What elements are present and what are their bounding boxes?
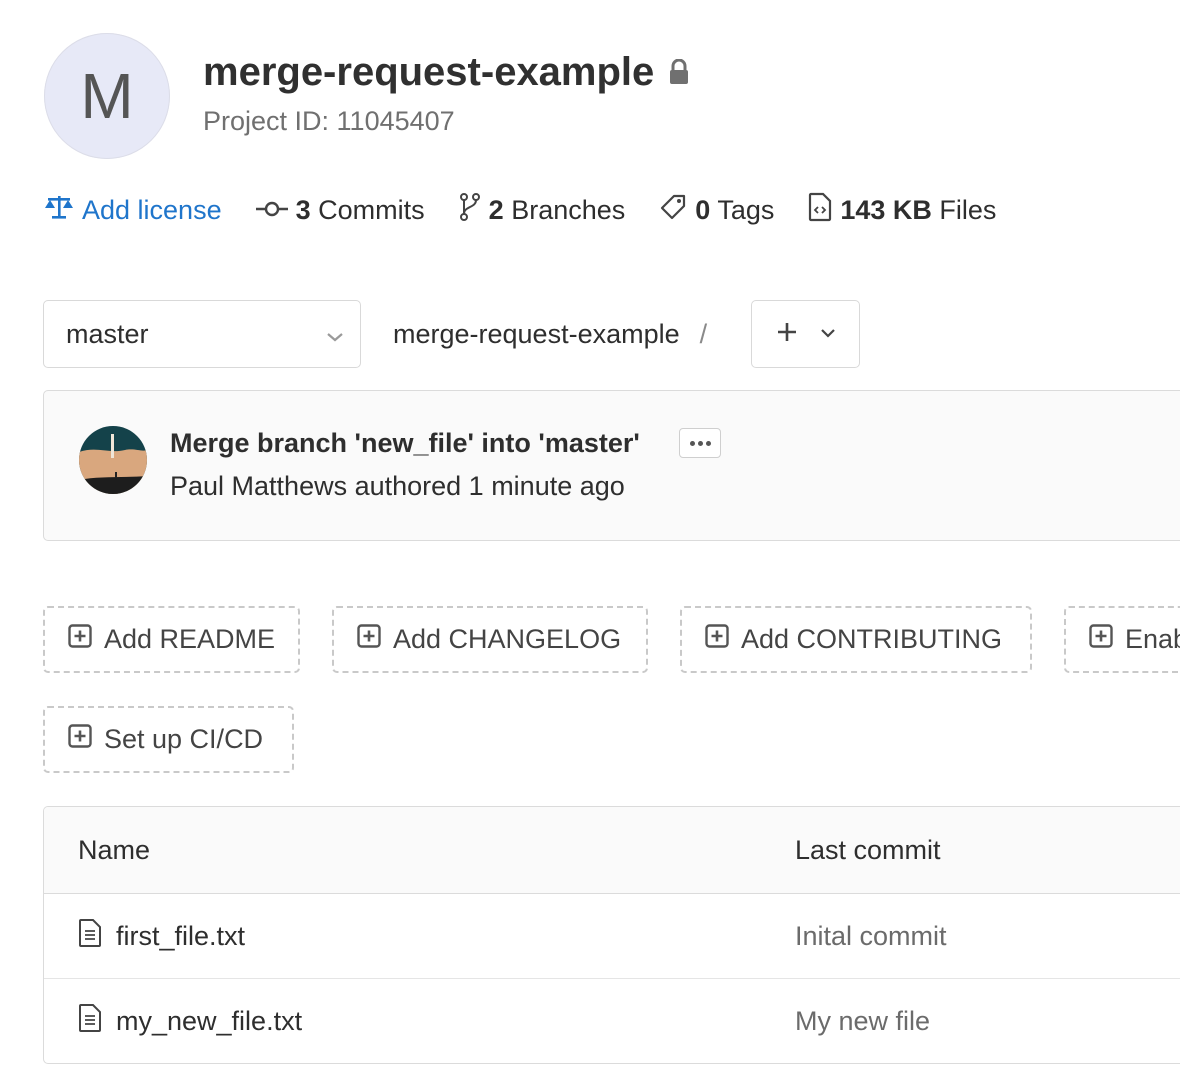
commits-link[interactable]: 3 Commits (255, 194, 425, 226)
last-commit-panel (43, 390, 1180, 541)
tags-count: 0 (695, 194, 711, 225)
file-icon (808, 192, 832, 229)
ellipsis-dot (689, 440, 695, 446)
document-icon (78, 1003, 102, 1040)
branches-count: 2 (488, 194, 504, 225)
file-name: my_new_file.txt (116, 1005, 303, 1036)
breadcrumb-root[interactable]: merge-request-example (393, 319, 680, 350)
table-row[interactable]: my_new_file.txt My new file (44, 979, 1180, 1063)
commits-count: 3 (295, 194, 311, 225)
column-header-last-commit: Last commit (795, 834, 941, 865)
commit-title[interactable]: Merge branch 'new_file' into 'master' (170, 428, 640, 459)
tags-label: Tags (717, 194, 775, 225)
files-label: Files (939, 194, 997, 225)
add-readme-button[interactable]: Add README (43, 606, 300, 673)
add-contributing-label: Add CONTRIBUTING (741, 624, 1003, 654)
project-title: merge-request-example (203, 50, 690, 95)
file-last-commit[interactable]: My new file (795, 979, 930, 1063)
branches-link[interactable]: 2 Branches (459, 192, 626, 229)
add-license-link[interactable]: Add license (44, 194, 222, 227)
file-link[interactable]: my_new_file.txt (78, 1003, 302, 1040)
table-header: Name Last commit (44, 807, 1180, 894)
plus-square-icon (357, 624, 381, 655)
branch-name: master (66, 318, 149, 349)
setup-ci-cd-label: Set up CI/CD (104, 724, 264, 754)
project-avatar: M (44, 33, 170, 159)
setup-ci-cd-button[interactable]: Set up CI/CD (43, 706, 294, 773)
chevron-down-icon (326, 319, 344, 350)
breadcrumb-separator: / (699, 318, 708, 349)
plus-square-icon (705, 624, 729, 655)
plus-square-icon (68, 724, 92, 755)
files-size: 143 KB Files (808, 192, 996, 229)
enable-auto-devops-label: Enable Auto DevOps (1125, 624, 1180, 654)
project-id: Project ID: 11045407 (203, 106, 455, 136)
plus-square-icon (68, 624, 92, 655)
author-avatar[interactable] (79, 426, 147, 494)
enable-auto-devops-button[interactable]: Enable Auto DevOps (1064, 606, 1180, 673)
breadcrumb: merge-request-example / (393, 300, 707, 368)
tag-icon (659, 193, 687, 228)
project-avatar-letter: M (80, 60, 134, 132)
plus-square-icon (1089, 624, 1113, 655)
add-contributing-button[interactable]: Add CONTRIBUTING (680, 606, 1032, 673)
ellipsis-dot (697, 440, 703, 446)
add-license-label: Add license (82, 194, 222, 225)
add-changelog-button[interactable]: Add CHANGELOG (332, 606, 648, 673)
add-readme-label: Add README (104, 624, 276, 654)
file-last-commit[interactable]: Inital commit (795, 894, 947, 978)
column-header-name: Name (78, 834, 151, 865)
commit-expand-button[interactable] (679, 428, 721, 458)
file-link[interactable]: first_file.txt (78, 918, 245, 955)
scale-icon (44, 194, 74, 227)
ellipsis-dot (705, 440, 711, 446)
add-changelog-label: Add CHANGELOG (393, 624, 622, 654)
file-name: first_file.txt (116, 920, 246, 951)
commits-label: Commits (318, 194, 425, 225)
table-row[interactable]: first_file.txt Inital commit (44, 894, 1180, 979)
lock-icon (668, 50, 690, 95)
add-file-dropdown[interactable] (751, 300, 860, 368)
chevron-down-icon (820, 325, 836, 343)
files-size-value: 143 KB (840, 194, 932, 225)
project-name: merge-request-example (203, 50, 655, 94)
tags-link[interactable]: 0 Tags (659, 193, 774, 228)
document-icon (78, 918, 102, 955)
branch-icon (459, 192, 481, 229)
project-stats: Add license 3 Commits 2 Branches 0 Tags … (44, 190, 1030, 230)
file-tree-table: Name Last commit first_file.txt Inital c… (43, 806, 1180, 1064)
branches-label: Branches (511, 194, 626, 225)
branch-dropdown[interactable]: master (43, 300, 361, 368)
commit-meta: Paul Matthews authored 1 minute ago (170, 471, 625, 501)
commit-icon (255, 195, 288, 226)
plus-icon (776, 321, 798, 348)
